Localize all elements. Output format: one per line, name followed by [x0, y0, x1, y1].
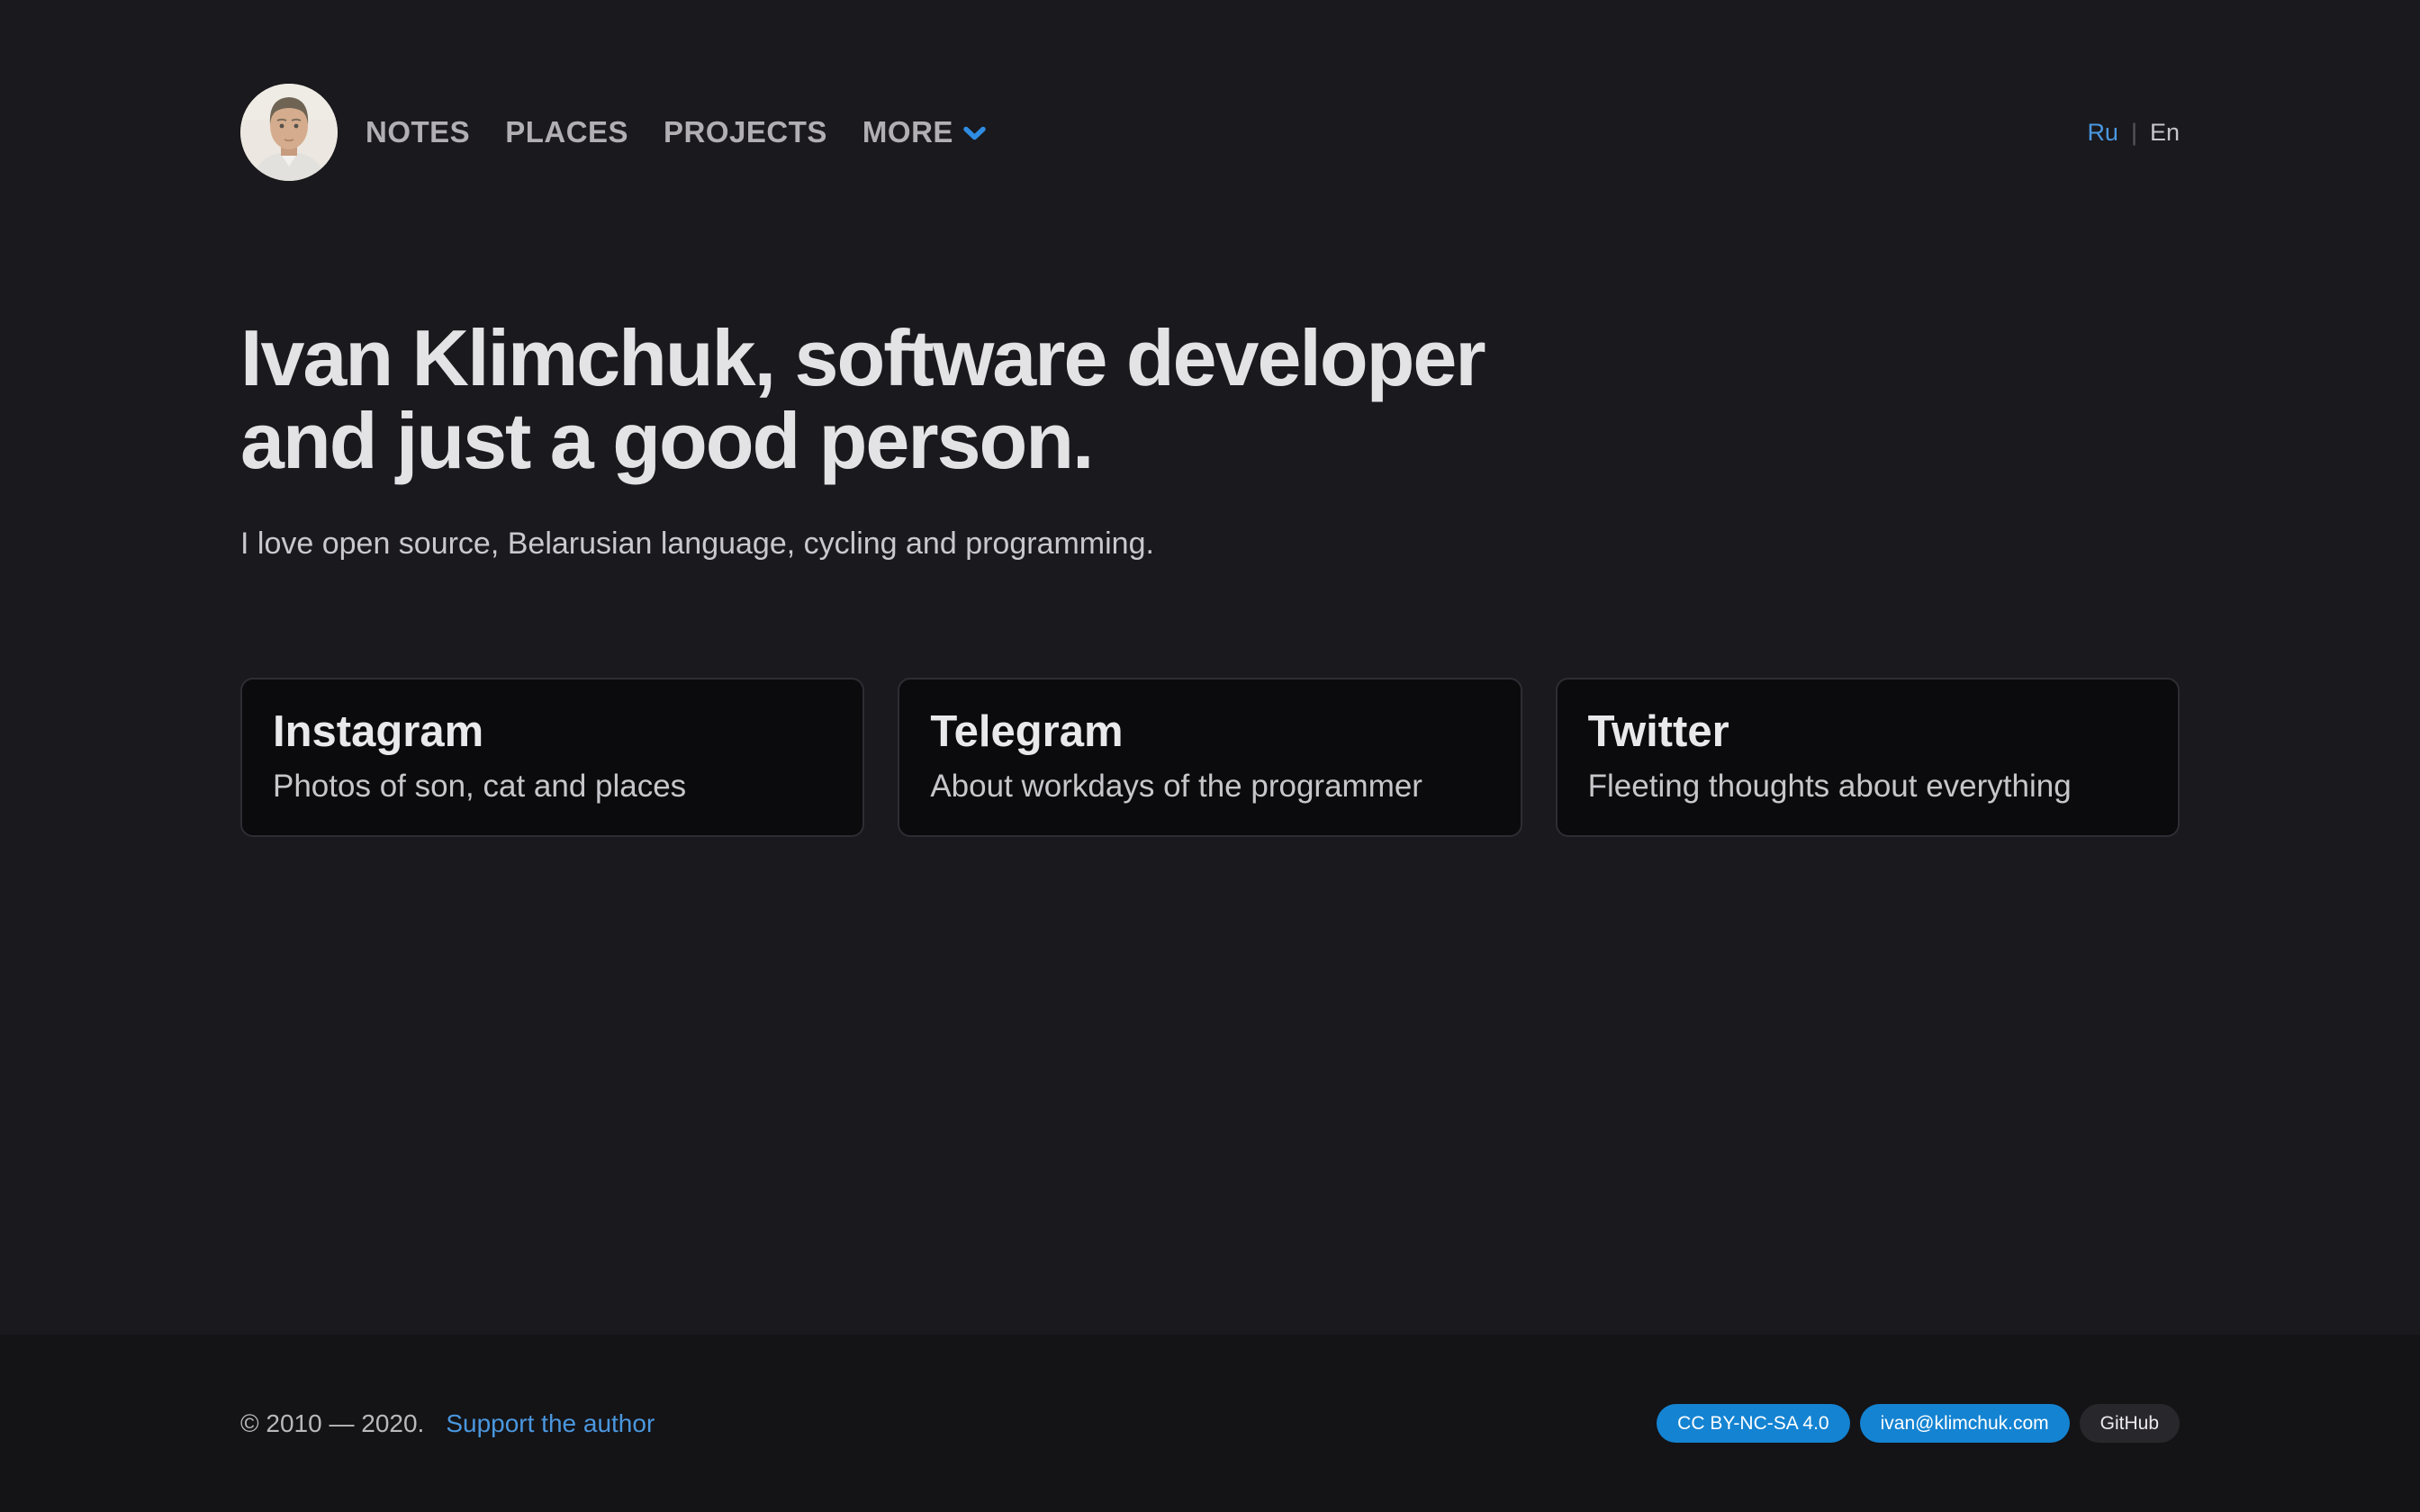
social-cards: Instagram Photos of son, cat and places … [240, 678, 2180, 837]
card-telegram-description: About workdays of the programmer [930, 767, 1489, 806]
footer-badges: CC BY-NC-SA 4.0 ivan@klimchuk.com GitHub [1657, 1404, 2180, 1443]
chevron-down-icon [962, 126, 987, 141]
card-telegram[interactable]: Telegram About workdays of the programme… [898, 678, 1522, 837]
nav-item-projects[interactable]: PROJECTS [664, 115, 827, 149]
nav-item-more-label: MORE [862, 115, 953, 149]
language-switcher: Ru | En [2087, 119, 2180, 147]
page-title-line-1: Ivan Klimchuk, software developer [240, 317, 2180, 400]
nav-item-places[interactable]: PLACES [505, 115, 628, 149]
nav-item-more[interactable]: MORE [862, 115, 987, 149]
page-subtitle: I love open source, Belarusian language,… [240, 522, 2180, 565]
language-option-ru[interactable]: Ru [2087, 119, 2118, 147]
main-nav: NOTES PLACES PROJECTS MORE [366, 115, 987, 149]
footer: © 2010 — 2020. Support the author CC BY-… [0, 1335, 2420, 1512]
nav-item-notes[interactable]: NOTES [366, 115, 470, 149]
support-author-link[interactable]: Support the author [446, 1409, 655, 1438]
card-instagram-title: Instagram [273, 706, 832, 758]
avatar[interactable] [240, 84, 338, 181]
github-badge[interactable]: GitHub [2080, 1404, 2180, 1443]
card-twitter-description: Fleeting thoughts about everything [1588, 767, 2147, 806]
card-twitter-title: Twitter [1588, 706, 2147, 758]
card-instagram[interactable]: Instagram Photos of son, cat and places [240, 678, 864, 837]
card-instagram-description: Photos of son, cat and places [273, 767, 832, 806]
copyright-text: © 2010 — 2020. [240, 1409, 424, 1438]
top-navigation-bar: NOTES PLACES PROJECTS MORE Ru | En [240, 84, 2180, 181]
avatar-portrait-illustration [240, 84, 338, 181]
language-separator: | [2131, 119, 2137, 147]
email-badge[interactable]: ivan@klimchuk.com [1860, 1404, 2070, 1443]
page-title: Ivan Klimchuk, software developer and ju… [240, 317, 2180, 482]
license-badge[interactable]: CC BY-NC-SA 4.0 [1657, 1404, 1849, 1443]
page-title-line-2: and just a good person. [240, 400, 2180, 482]
card-twitter[interactable]: Twitter Fleeting thoughts about everythi… [1556, 678, 2180, 837]
main-content: Ivan Klimchuk, software developer and ju… [240, 181, 2180, 837]
language-option-en[interactable]: En [2150, 119, 2180, 147]
card-telegram-title: Telegram [930, 706, 1489, 758]
